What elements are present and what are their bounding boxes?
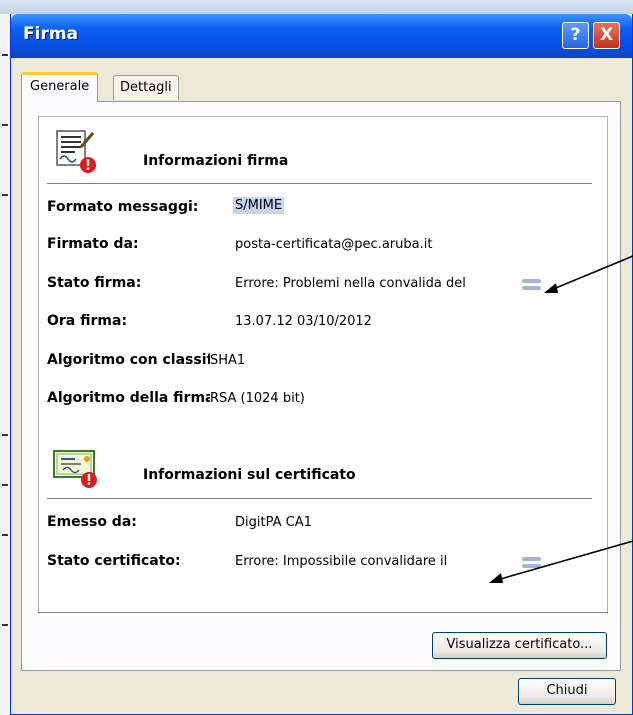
format-label: Formato messaggi: (47, 199, 199, 215)
signing-time-value[interactable]: 13.07.12 03/10/2012 (235, 314, 372, 329)
view-certificate-button[interactable]: Visualizza certificato... (432, 632, 607, 659)
signature-status-detail-button[interactable] (522, 279, 541, 292)
section-divider (47, 498, 592, 499)
background-mark (2, 54, 8, 56)
info-groupbox: Informazioni firma Formato messaggi: S/M… (38, 116, 608, 614)
background-window-edge (0, 0, 633, 14)
tab-dettagli[interactable]: Dettagli (113, 75, 179, 100)
close-icon: X (599, 25, 614, 45)
close-window-button[interactable]: X (593, 22, 620, 49)
signed-by-label: Firmato da: (47, 236, 139, 252)
generale-tab-panel: Informazioni firma Formato messaggi: S/M… (21, 101, 621, 671)
signature-algorithm-value[interactable]: RSA (1024 bit) (210, 391, 305, 406)
groupbox-bottom-edge (38, 612, 608, 613)
background-mark (2, 434, 8, 436)
signature-section-heading: Informazioni firma (143, 153, 289, 169)
title-bar[interactable]: Firma ? X (11, 14, 632, 58)
signature-status-label: Stato firma: (47, 275, 142, 291)
help-button[interactable]: ? (562, 22, 589, 49)
hash-algorithm-label: Algoritmo con classifi (47, 352, 210, 368)
signed-by-value[interactable]: posta-certificata@pec.aruba.it (235, 237, 432, 252)
background-mark (2, 484, 8, 486)
signature-algorithm-label: Algoritmo della firma (47, 390, 210, 406)
signature-status-value[interactable]: Errore: Problemi nella convalida del (235, 276, 466, 291)
issued-by-label: Emesso da: (47, 514, 137, 530)
signature-dialog: Firma ? X Dettagli Generale Informazioni… (10, 14, 633, 715)
signing-time-label: Ora firma: (47, 313, 128, 329)
format-value-text: S/MIME (233, 197, 285, 214)
background-mark (2, 194, 8, 196)
section-divider (47, 183, 592, 184)
certificate-status-detail-button[interactable] (522, 557, 541, 570)
background-mark (2, 124, 8, 126)
format-value[interactable]: S/MIME (233, 197, 285, 214)
signature-info-icon (51, 127, 99, 175)
certificate-status-value[interactable]: Errore: Impossibile convalidare il (235, 554, 447, 569)
window-title: Firma (23, 24, 79, 44)
certificate-section-heading: Informazioni sul certificato (143, 467, 356, 483)
hash-algorithm-value[interactable]: SHA1 (210, 353, 245, 368)
background-mark (2, 534, 8, 536)
close-button[interactable]: Chiudi (518, 678, 616, 705)
background-mark (2, 624, 8, 626)
tab-generale[interactable]: Generale (21, 72, 99, 102)
certificate-info-icon (51, 447, 103, 489)
help-icon: ? (570, 25, 581, 45)
certificate-status-label: Stato certificato: (47, 553, 181, 569)
issued-by-value[interactable]: DigitPA CA1 (235, 515, 312, 530)
